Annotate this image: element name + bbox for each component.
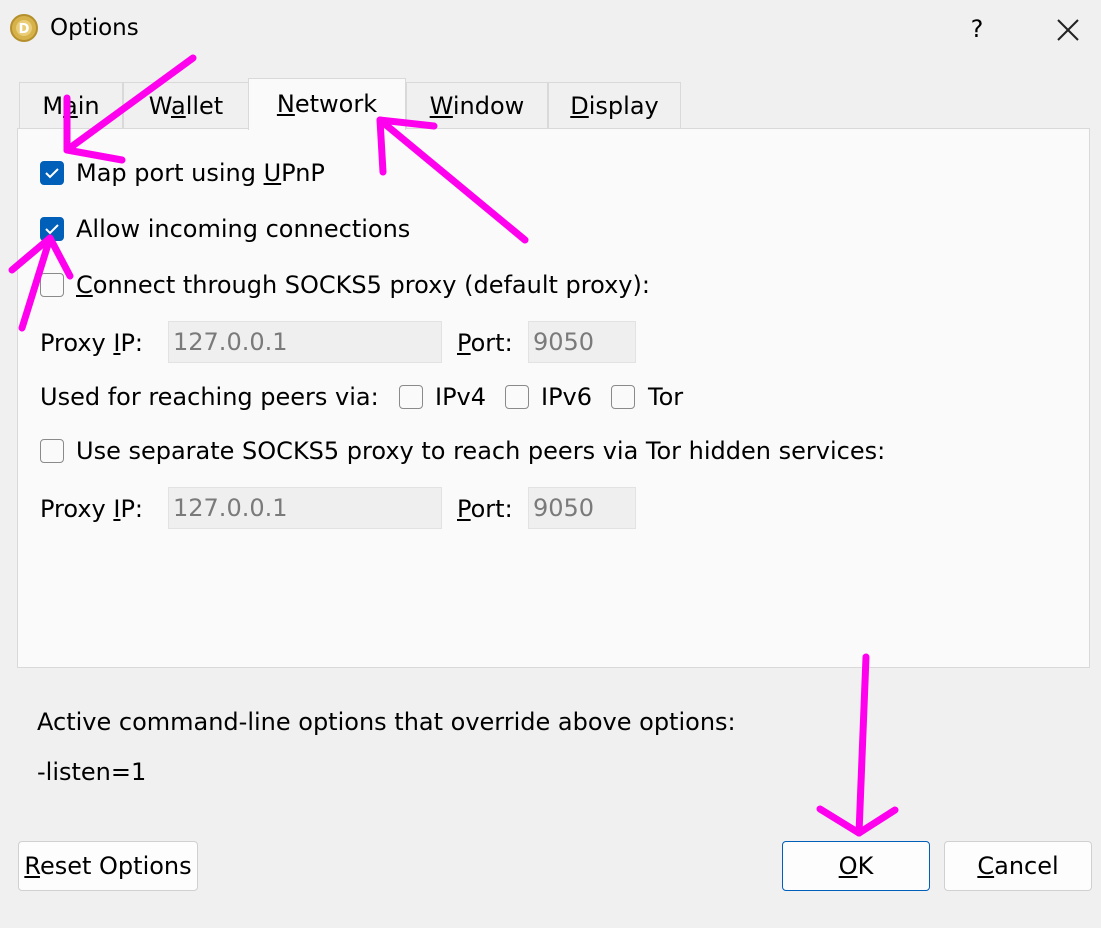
tor-label: Tor [648,383,684,411]
proxy-ip-input[interactable]: 127.0.0.1 [168,321,442,363]
close-button[interactable] [1050,12,1086,48]
socks5-proxy-label: Connect through SOCKS5 proxy (default pr… [76,271,650,299]
ipv6-checkbox[interactable] [505,385,529,409]
checkmark-icon [45,168,59,179]
help-button[interactable]: ? [960,12,994,46]
tab-window[interactable]: Window [406,82,548,128]
upnp-checkbox[interactable] [40,161,64,185]
cancel-button[interactable]: Cancel [944,841,1092,891]
tor-proxy-port-label: Port: [457,495,513,523]
tor-proxy-ip-label: Proxy IP: [40,495,144,523]
tab-window-label: Window [429,92,525,120]
tab-network[interactable]: Network [248,78,406,130]
tab-wallet-label: Wallet [148,92,224,120]
ok-button[interactable]: OK [782,841,930,891]
tor-proxy-ip-input[interactable]: 127.0.0.1 [168,487,442,529]
allow-incoming-label: Allow incoming connections [76,215,411,243]
tab-display[interactable]: Display [548,82,681,128]
tab-wallet[interactable]: Wallet [123,82,249,128]
ipv4-checkbox[interactable] [399,385,423,409]
socks5-proxy-checkbox[interactable] [40,273,64,297]
tab-network-label: Network [276,90,378,118]
network-tab-panel: Map port using UPnP Allow incoming conne… [17,128,1090,668]
tor-proxy-port-input[interactable]: 9050 [528,487,636,529]
proxy-ip-label: Proxy IP: [40,329,144,357]
tab-main-label: Main [42,92,100,120]
overrides-label: Active command-line options that overrid… [37,708,736,736]
reset-options-button[interactable]: Reset Options [18,841,198,891]
svg-text:D: D [19,22,30,37]
close-icon [1057,19,1079,41]
tor-separate-proxy-label: Use separate SOCKS5 proxy to reach peers… [76,437,886,465]
tab-main[interactable]: Main [19,82,123,128]
tab-display-label: Display [570,92,659,120]
overrides-value: -listen=1 [37,758,147,786]
checkmark-icon [45,224,59,235]
window-title: Options [50,15,139,41]
proxy-port-label: Port: [457,329,513,357]
proxy-port-input[interactable]: 9050 [528,321,636,363]
arrow-to-ok-button [816,653,899,837]
tor-separate-proxy-checkbox[interactable] [40,439,64,463]
ipv6-label: IPv6 [541,383,593,411]
tor-checkbox[interactable] [611,385,635,409]
app-icon: D [10,14,38,42]
allow-incoming-checkbox[interactable] [40,217,64,241]
upnp-label: Map port using UPnP [76,159,325,187]
ipv4-label: IPv4 [435,383,487,411]
reach-peers-label: Used for reaching peers via: [40,383,379,411]
